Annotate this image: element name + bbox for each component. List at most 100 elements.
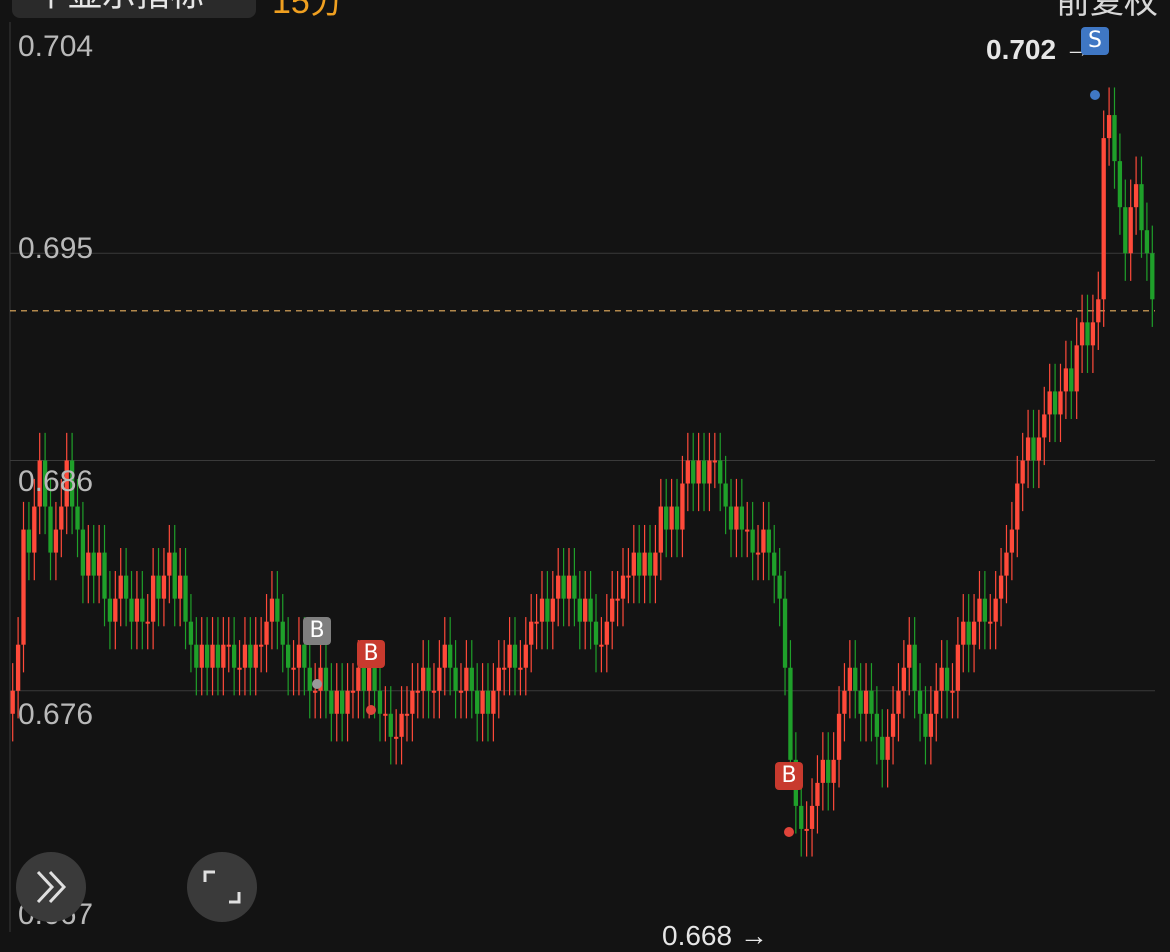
candle-body xyxy=(269,598,275,622)
candle-body xyxy=(674,506,680,530)
candle-body xyxy=(350,690,356,693)
candle-body xyxy=(426,667,431,691)
fullscreen-button[interactable] xyxy=(187,852,257,922)
marker-label: B xyxy=(781,763,797,788)
candle-body xyxy=(529,621,534,645)
candle-body xyxy=(437,667,442,691)
candle-body xyxy=(480,690,485,714)
candle-body xyxy=(48,506,53,553)
candle-body xyxy=(669,506,674,530)
candle-body xyxy=(928,713,934,737)
candle-body xyxy=(59,506,64,530)
candle-body xyxy=(593,621,599,645)
candle-body xyxy=(550,598,555,622)
candle-body xyxy=(1009,529,1015,553)
candle-body xyxy=(1036,437,1042,461)
candle-body xyxy=(912,644,917,691)
candle-body xyxy=(1063,368,1069,392)
candle-body xyxy=(739,506,744,530)
kline-chart[interactable]: 0.704 0.695 0.686 0.676 0.667 0.702 → 0.… xyxy=(0,22,1170,951)
candle-body xyxy=(140,598,145,622)
candle-body xyxy=(799,805,804,829)
marker-anchor-dot xyxy=(366,705,376,715)
candle-body xyxy=(993,598,998,622)
candle-body xyxy=(896,690,901,714)
candle-body xyxy=(815,782,820,806)
fullscreen-icon xyxy=(203,870,241,904)
candle-body xyxy=(399,713,404,737)
low-price-value: 0.668 xyxy=(662,920,733,951)
candle-body xyxy=(113,598,118,622)
candle-body xyxy=(647,552,653,576)
candle-body xyxy=(1025,437,1031,461)
candle-body xyxy=(1074,345,1079,392)
candle-body xyxy=(604,621,609,645)
candle-body xyxy=(91,552,96,576)
candle-body xyxy=(242,644,248,668)
candle-body xyxy=(1069,368,1074,392)
candle-body xyxy=(453,667,458,691)
candle-body xyxy=(156,575,161,599)
candle-body xyxy=(917,690,923,714)
candle-body xyxy=(275,598,280,622)
candle-body xyxy=(296,644,302,668)
candle-body xyxy=(583,598,588,622)
candle-body xyxy=(561,575,566,599)
candle-body xyxy=(221,644,226,668)
candle-body xyxy=(323,667,329,691)
candle-body xyxy=(410,690,415,714)
candle-body xyxy=(664,506,669,530)
candle-body xyxy=(955,644,961,691)
candle-body xyxy=(258,644,264,647)
candle-body xyxy=(1058,391,1063,415)
candle-body xyxy=(118,575,123,599)
candle-body xyxy=(96,552,102,576)
indicator-selector-tab[interactable]: 个显示指标 xyxy=(12,0,256,18)
candle-body xyxy=(388,713,393,737)
candle-body xyxy=(680,483,685,530)
marker-label: S xyxy=(1088,28,1102,53)
candle-body xyxy=(523,644,528,668)
candle-body xyxy=(701,460,707,484)
candle-body xyxy=(491,690,496,714)
candle-body xyxy=(442,644,447,668)
period-selector[interactable]: 15分 xyxy=(272,0,344,22)
candle-body xyxy=(691,460,696,484)
candle-body xyxy=(383,713,388,716)
candle-body xyxy=(1079,322,1085,346)
candle-body xyxy=(1106,115,1112,139)
candle-body xyxy=(577,598,582,622)
candle-body xyxy=(1085,322,1090,346)
candle-body xyxy=(215,644,221,668)
candle-body xyxy=(772,552,777,576)
candle-body xyxy=(204,644,210,668)
candle-body xyxy=(961,621,966,645)
candle-body xyxy=(804,828,809,831)
candle-body xyxy=(307,667,312,691)
buy-marker[interactable]: B xyxy=(775,762,803,790)
candle-body xyxy=(312,690,318,693)
candle-body xyxy=(1150,253,1155,300)
candle-body xyxy=(26,529,32,553)
candle-body xyxy=(231,644,237,668)
candle-body xyxy=(901,667,907,691)
candle-body xyxy=(21,529,26,645)
candle-body xyxy=(1128,207,1133,254)
candle-body xyxy=(339,690,345,714)
candle-body xyxy=(183,575,188,622)
candle-body xyxy=(123,575,129,599)
candle-body xyxy=(723,483,728,507)
double-chevron-right-icon xyxy=(36,870,67,904)
buy-marker[interactable]: B xyxy=(303,617,331,645)
candle-body xyxy=(971,621,977,645)
candle-body xyxy=(863,690,869,714)
candle-body xyxy=(1101,138,1106,300)
candle-body xyxy=(285,644,291,668)
candle-body xyxy=(874,713,880,737)
collapse-button[interactable] xyxy=(16,852,86,922)
buy-marker[interactable]: B xyxy=(357,640,385,668)
candle-body xyxy=(539,598,545,622)
adjust-mode-selector[interactable]: 前复权 xyxy=(1056,0,1158,22)
candle-body xyxy=(572,575,577,599)
sell-marker[interactable]: S xyxy=(1081,27,1109,55)
